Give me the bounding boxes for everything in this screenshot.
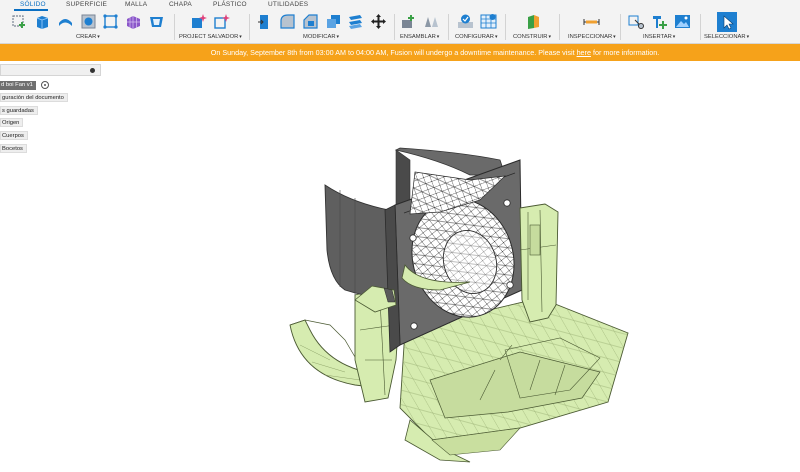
shell-modify-icon[interactable] xyxy=(325,13,342,30)
tab-superficie[interactable]: SUPERFICIE xyxy=(66,1,107,8)
extrude-icon[interactable] xyxy=(34,13,51,30)
select-cursor-icon[interactable] xyxy=(717,12,737,32)
toolbar-separator xyxy=(394,14,395,40)
group-project-salvador-label[interactable]: PROJECT SALVADOR▾ xyxy=(179,34,242,40)
printed-part-right-bracket[interactable] xyxy=(519,203,559,323)
fillet-icon[interactable] xyxy=(279,13,296,30)
insert-component-icon[interactable] xyxy=(651,13,668,30)
ribbon-tabs: SÓLIDO SUPERFICIE MALLA CHAPA PLÁSTICO U… xyxy=(0,0,800,11)
3d-viewport[interactable] xyxy=(0,61,800,472)
shell-icon[interactable] xyxy=(148,13,165,30)
browser-item-document-settings[interactable]: guración del documento xyxy=(0,93,68,102)
browser-item-origin[interactable]: Origen xyxy=(0,118,24,127)
combine-icon[interactable] xyxy=(347,13,364,30)
insert-derive-icon[interactable] xyxy=(628,13,645,30)
panel-pin-icon[interactable] xyxy=(90,68,95,73)
browser-item-bodies[interactable]: Cuerpos xyxy=(0,131,28,140)
hole-icon[interactable] xyxy=(80,13,97,30)
fusion-app: SÓLIDO SUPERFICIE MALLA CHAPA PLÁSTICO U… xyxy=(0,0,800,472)
toolbar-separator xyxy=(448,14,449,40)
insert-image-icon[interactable] xyxy=(674,13,691,30)
tab-utilidades[interactable]: UTILIDADES xyxy=(268,1,308,8)
press-pull-icon[interactable] xyxy=(256,13,273,30)
configure-icon[interactable] xyxy=(457,13,474,30)
browser-panel-header[interactable] xyxy=(0,64,101,76)
move-icon[interactable] xyxy=(370,13,387,30)
toolbar: CREAR▾ PROJECT SALVADOR▾ MODIFICAR▾ ENSA… xyxy=(0,11,800,44)
group-inspeccionar-label[interactable]: INSPECCIONAR▾ xyxy=(568,34,616,40)
toolbar-separator xyxy=(174,14,175,40)
sparkle-tool-icon[interactable] xyxy=(213,13,230,30)
banner-text: On Sunday, September 8th from 03:00 AM t… xyxy=(210,48,577,57)
banner-text-end: for more information. xyxy=(590,48,660,57)
maintenance-banner: On Sunday, September 8th from 03:00 AM t… xyxy=(0,44,800,61)
toolbar-separator xyxy=(249,14,250,40)
tab-solido[interactable]: SÓLIDO xyxy=(20,1,46,8)
plane-icon[interactable] xyxy=(525,13,542,30)
measure-icon[interactable] xyxy=(583,13,600,30)
group-crear-label[interactable]: CREAR▾ xyxy=(76,34,100,40)
group-ensamblar-label[interactable]: ENSAMBLAR▾ xyxy=(400,34,439,40)
table-icon[interactable] xyxy=(480,13,497,30)
toolbar-separator xyxy=(559,14,560,40)
revolve-icon[interactable] xyxy=(57,13,74,30)
browser-item-named-views[interactable]: s guardadas xyxy=(0,106,38,115)
new-joint-icon[interactable] xyxy=(400,13,417,30)
banner-link[interactable]: here xyxy=(577,48,591,57)
browser-item-sketches[interactable]: Bocetos xyxy=(0,144,27,153)
group-modificar-label[interactable]: MODIFICAR▾ xyxy=(303,34,339,40)
toolbar-separator xyxy=(620,14,621,40)
browser-root-node[interactable]: d boi Fan v1 xyxy=(0,81,36,90)
toolbar-separator xyxy=(700,14,701,40)
group-seleccionar-label[interactable]: SELECCIONAR▾ xyxy=(704,34,749,40)
add-in-icon[interactable] xyxy=(190,13,207,30)
group-configurar-label[interactable]: CONFIGURAR▾ xyxy=(455,34,497,40)
pattern-icon[interactable] xyxy=(102,13,119,30)
group-construir-label[interactable]: CONSTRUIR▾ xyxy=(513,34,551,40)
tab-plastico[interactable]: PLÁSTICO xyxy=(213,1,247,8)
group-insertar-label[interactable]: INSERTAR▾ xyxy=(643,34,675,40)
form-icon[interactable] xyxy=(125,13,142,30)
tab-chapa[interactable]: CHAPA xyxy=(169,1,192,8)
chamfer-icon[interactable] xyxy=(302,13,319,30)
joint-icon[interactable] xyxy=(423,13,440,30)
activate-target-icon[interactable] xyxy=(41,81,49,89)
toolbar-separator xyxy=(505,14,506,40)
new-component-icon[interactable] xyxy=(11,13,28,30)
tab-malla[interactable]: MALLA xyxy=(125,1,147,8)
